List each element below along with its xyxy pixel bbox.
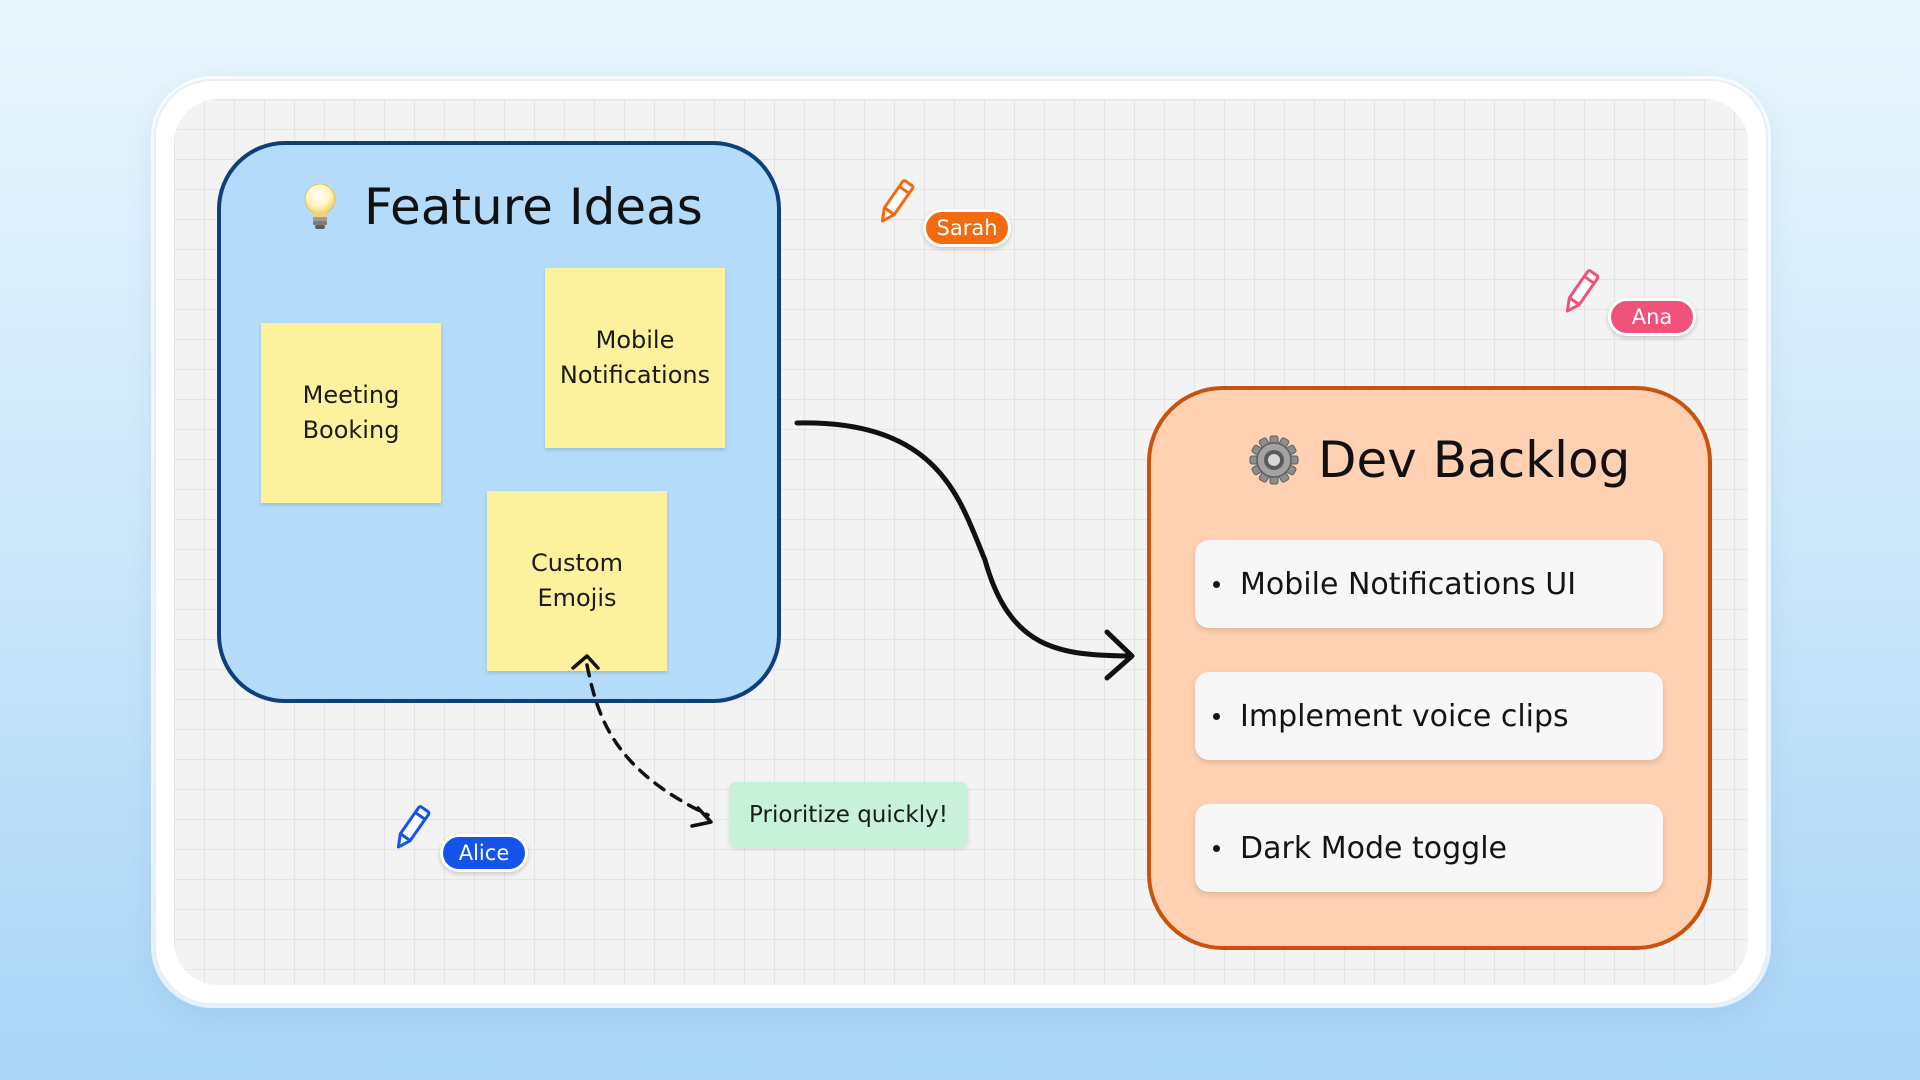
- cursor-label-sarah: Sarah: [923, 209, 1011, 247]
- cursor-label-alice: Alice: [440, 834, 528, 872]
- backlog-item-label: Mobile Notifications UI: [1240, 566, 1577, 602]
- dev-backlog-title-text: Dev Backlog: [1318, 431, 1631, 489]
- pencil-cursor-icon: [1565, 269, 1600, 313]
- backlog-item[interactable]: Mobile Notifications UI: [1195, 540, 1663, 628]
- backlog-item-label: Implement voice clips: [1240, 698, 1569, 734]
- lightbulb-icon: [304, 183, 336, 229]
- backlog-item[interactable]: Dark Mode toggle: [1195, 804, 1663, 892]
- dev-backlog-title: Dev Backlog: [1248, 431, 1630, 489]
- sticky-note[interactable]: Meeting Booking: [261, 323, 441, 503]
- sticky-note[interactable]: Custom Emojis: [487, 491, 667, 671]
- backlog-item[interactable]: Implement voice clips: [1195, 672, 1663, 760]
- pencil-cursor-icon: [396, 805, 431, 849]
- bullet: [1213, 580, 1220, 588]
- comment-note[interactable]: Prioritize quickly!: [729, 782, 968, 847]
- backlog-item-label: Dark Mode toggle: [1240, 830, 1507, 866]
- feature-ideas-title: Feature Ideas: [300, 178, 703, 236]
- bullet: [1213, 712, 1220, 720]
- sticky-note[interactable]: Mobile Notifications: [545, 268, 725, 448]
- bullet: [1213, 844, 1220, 852]
- feature-ideas-title-text: Feature Ideas: [364, 178, 703, 236]
- cursor-label-ana: Ana: [1608, 298, 1696, 336]
- pencil-cursor-icon: [880, 179, 915, 223]
- gear-icon: [1249, 435, 1299, 485]
